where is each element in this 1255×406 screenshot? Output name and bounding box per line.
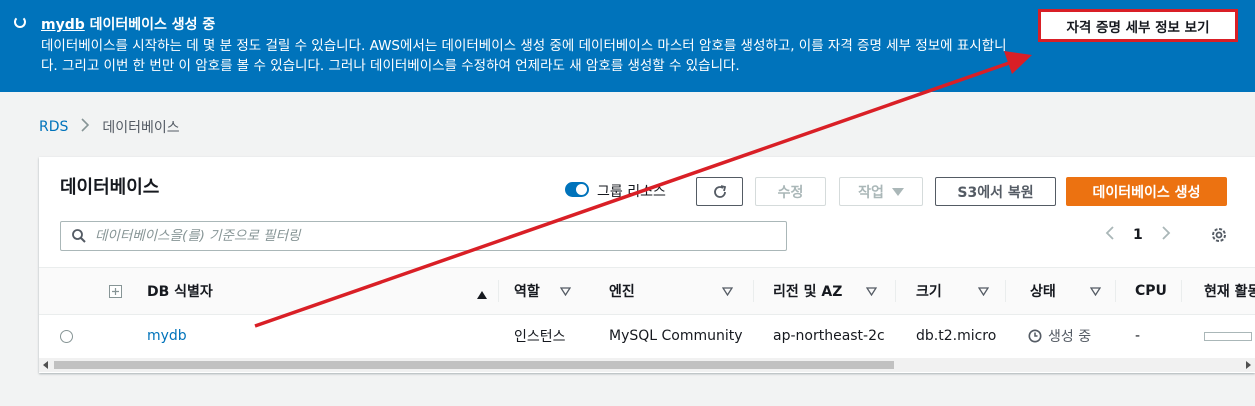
column-label: 엔진 bbox=[609, 284, 635, 300]
filter-search-box bbox=[60, 221, 787, 251]
banner-db-name[interactable]: mydb bbox=[41, 17, 85, 33]
column-size[interactable]: 크기 bbox=[896, 268, 1006, 314]
row-select-radio[interactable] bbox=[60, 315, 73, 357]
filter-input[interactable] bbox=[95, 222, 775, 250]
refresh-icon bbox=[713, 184, 726, 198]
search-icon bbox=[71, 228, 87, 248]
scroll-left-icon[interactable] bbox=[43, 361, 48, 369]
size-cell: db.t2.micro bbox=[916, 328, 997, 344]
actions-button[interactable]: 작업 bbox=[839, 177, 923, 206]
column-current-activity[interactable]: 현재 활동 bbox=[1182, 268, 1255, 314]
chevron-right-icon bbox=[80, 118, 90, 136]
panel-title: 데이터베이스 bbox=[60, 177, 160, 198]
banner-message: 데이터베이스를 시작하는 데 몇 분 정도 걸릴 수 있습니다. AWS에서는 … bbox=[41, 38, 1007, 74]
region-cell: ap-northeast-2c bbox=[773, 328, 885, 344]
actions-label: 작업 bbox=[858, 184, 884, 201]
next-page-icon[interactable] bbox=[1161, 225, 1171, 245]
column-label: CPU bbox=[1135, 283, 1167, 299]
role-cell: 인스턴스 bbox=[514, 329, 566, 345]
restore-from-s3-button[interactable]: S3에서 복원 bbox=[935, 177, 1056, 206]
cpu-cell: - bbox=[1135, 328, 1141, 344]
status-text: 생성 중 bbox=[1048, 329, 1092, 345]
group-resources-label: 그룹 리소스 bbox=[597, 184, 666, 200]
refresh-button[interactable] bbox=[696, 177, 743, 206]
engine-cell: MySQL Community bbox=[609, 328, 743, 344]
prev-page-icon[interactable] bbox=[1105, 225, 1115, 245]
caret-down-icon bbox=[891, 187, 904, 196]
banner-title-text: 데이터베이스 생성 중 bbox=[89, 17, 216, 33]
sort-icon bbox=[1090, 286, 1101, 296]
databases-panel: 데이터베이스 그룹 리소스 수정 작업 S3에서 복원 데이터베이스 생성 1 … bbox=[39, 157, 1255, 373]
column-label: 상태 bbox=[1030, 284, 1056, 300]
group-resources-toggle[interactable] bbox=[565, 182, 589, 197]
current-page[interactable]: 1 bbox=[1133, 227, 1143, 243]
column-label: 크기 bbox=[916, 284, 942, 300]
scroll-right-icon[interactable] bbox=[1246, 361, 1251, 369]
scrollbar-thumb[interactable] bbox=[54, 361, 894, 369]
expand-all-icon[interactable] bbox=[109, 268, 133, 314]
column-role[interactable]: 역할 bbox=[514, 268, 584, 314]
column-label: DB 식별자 bbox=[147, 284, 213, 300]
loading-spinner-icon bbox=[14, 16, 26, 28]
gear-icon[interactable] bbox=[1210, 226, 1228, 248]
breadcrumb: RDS 데이터베이스 bbox=[39, 117, 180, 137]
column-label: 현재 활동 bbox=[1204, 284, 1255, 300]
modify-button[interactable]: 수정 bbox=[755, 177, 826, 206]
sort-icon bbox=[560, 286, 571, 296]
sort-icon bbox=[978, 286, 989, 296]
banner-title: mydb 데이터베이스 생성 중 bbox=[41, 14, 215, 34]
column-status[interactable]: 상태 bbox=[1006, 268, 1116, 314]
column-engine[interactable]: 엔진 bbox=[594, 268, 754, 314]
sort-icon bbox=[866, 286, 877, 296]
status-cell: 생성 중 bbox=[1028, 315, 1091, 357]
column-label: 리전 및 AZ bbox=[773, 284, 843, 300]
column-region-az[interactable]: 리전 및 AZ bbox=[754, 268, 896, 314]
view-credential-details-button[interactable]: 자격 증명 세부 정보 보기 bbox=[1038, 9, 1238, 42]
column-db-identifier[interactable]: DB 식별자 bbox=[147, 268, 499, 314]
db-identifier-link[interactable]: mydb bbox=[147, 315, 187, 357]
sort-icon bbox=[722, 286, 733, 296]
breadcrumb-current: 데이터베이스 bbox=[102, 120, 180, 136]
table-header: DB 식별자 역할 엔진 리전 및 AZ 크기 상태 CPU 현재 활동 bbox=[39, 267, 1255, 315]
column-cpu[interactable]: CPU bbox=[1116, 268, 1182, 314]
activity-bar bbox=[1204, 315, 1252, 357]
info-banner: mydb 데이터베이스 생성 중 데이터베이스를 시작하는 데 몇 분 정도 걸… bbox=[0, 0, 1255, 92]
sort-ascending-icon[interactable] bbox=[477, 287, 487, 303]
horizontal-scrollbar[interactable] bbox=[39, 358, 1255, 372]
breadcrumb-rds[interactable]: RDS bbox=[39, 119, 68, 135]
table-row[interactable]: mydb 인스턴스 MySQL Community ap-northeast-2… bbox=[39, 315, 1255, 357]
pagination: 1 bbox=[1105, 225, 1171, 245]
create-database-button[interactable]: 데이터베이스 생성 bbox=[1066, 177, 1227, 206]
column-label: 역할 bbox=[514, 284, 540, 300]
clock-icon bbox=[1028, 329, 1042, 343]
